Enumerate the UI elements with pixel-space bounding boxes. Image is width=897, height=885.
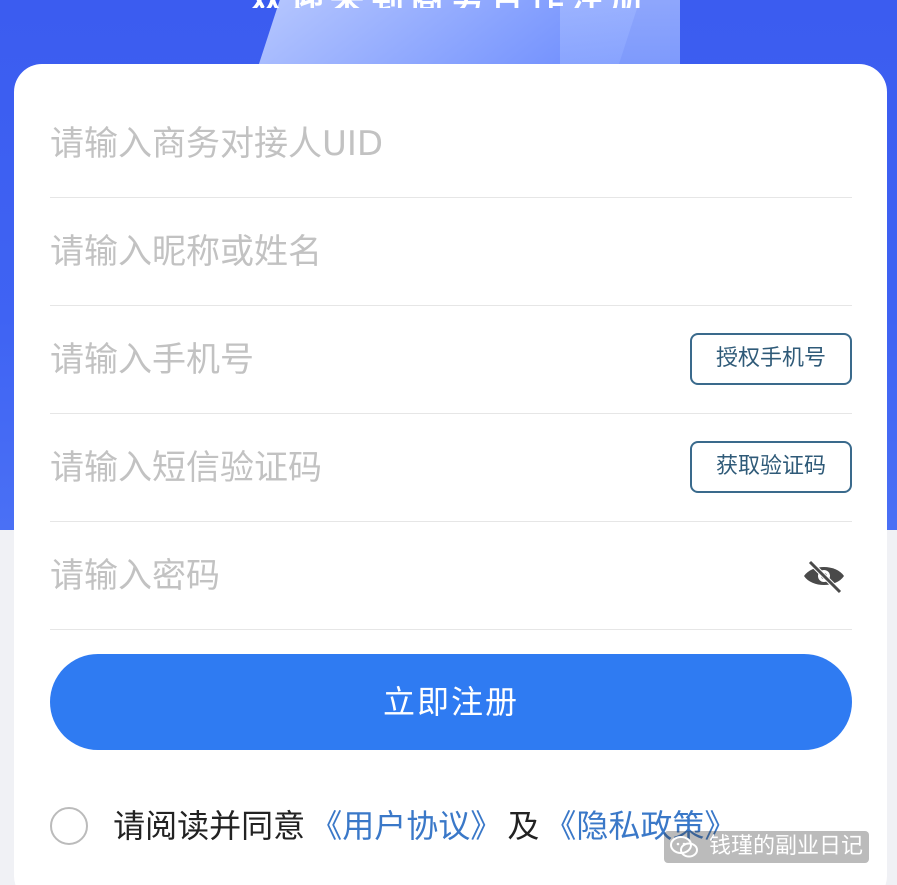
password-field[interactable]: 请输入密码 (50, 522, 852, 630)
agreement-checkbox[interactable] (50, 806, 88, 845)
hero-headline: 欢迎来到商务合作注册 (250, 0, 670, 8)
name-field[interactable]: 请输入昵称或姓名 (50, 198, 852, 306)
authorize-phone-button[interactable]: 授权手机号 (690, 333, 852, 385)
phone-field[interactable]: 请输入手机号 授权手机号 (50, 306, 852, 414)
agreement-prefix: 请阅读并同意 (113, 806, 306, 845)
agreement-and: 及 (507, 806, 540, 845)
password-input[interactable]: 请输入密码 (50, 522, 220, 630)
sms-code-field[interactable]: 请输入短信验证码 获取验证码 (50, 414, 852, 522)
register-button[interactable]: 立即注册 (50, 654, 852, 750)
wechat-icon (669, 836, 698, 858)
watermark: 钱瑾的副业日记 (663, 831, 869, 863)
get-code-button[interactable]: 获取验证码 (690, 441, 852, 493)
user-agreement-link[interactable]: 《用户协议》 (310, 803, 502, 849)
name-input[interactable]: 请输入昵称或姓名 (50, 198, 322, 306)
registration-page: 欢迎来到商务合作注册 请输入商务对接人UID 请输入昵称或姓名 请输入手机号 授… (0, 0, 897, 885)
uid-field[interactable]: 请输入商务对接人UID (50, 90, 852, 198)
agreement-row: 请阅读并同意 《用户协议》 及 《隐私政策》 (50, 802, 736, 848)
registration-form-card: 请输入商务对接人UID 请输入昵称或姓名 请输入手机号 授权手机号 请输入短信验… (14, 64, 887, 885)
watermark-text: 钱瑾的副业日记 (708, 834, 863, 859)
sms-code-input[interactable]: 请输入短信验证码 (50, 414, 322, 522)
uid-input[interactable]: 请输入商务对接人UID (50, 90, 383, 198)
eye-slash-icon[interactable] (802, 556, 846, 596)
phone-input[interactable]: 请输入手机号 (50, 306, 254, 414)
